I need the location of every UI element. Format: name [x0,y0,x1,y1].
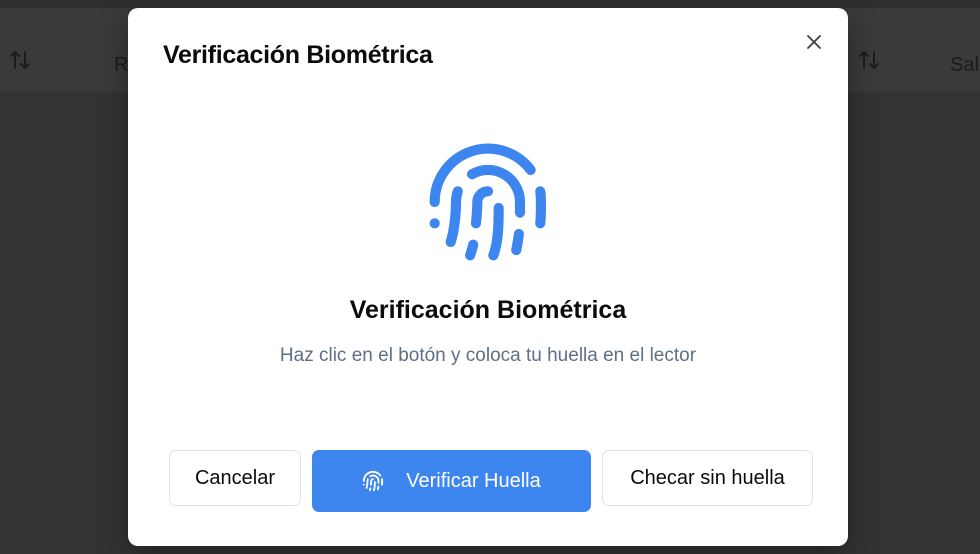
fingerprint-icon [363,470,384,492]
close-icon [807,35,821,49]
column-header-sal[interactable]: Sal [950,54,979,77]
verification-heading: Verificación Biométrica [349,296,627,324]
column-header-r[interactable]: R [114,54,128,77]
cancel-button[interactable]: Cancelar [169,450,301,506]
check-without-fingerprint-label: Checar sin huella [630,466,785,489]
fingerprint-icon [429,143,546,261]
sort-icon[interactable] [857,48,881,72]
sort-icon[interactable] [8,48,32,72]
check-without-fingerprint-button[interactable]: Checar sin huella [602,450,813,506]
biometric-modal: Verificación Biométrica Verificación Bio… [128,8,848,546]
verification-instructions: Haz clic en el botón y coloca tu huella … [279,345,697,366]
app-topbar [0,0,980,8]
verify-fingerprint-button[interactable]: Verificar Huella [312,450,591,512]
modal-title: Verificación Biométrica [163,41,433,69]
verify-button-label: Verificar Huella [406,469,541,492]
cancel-button-label: Cancelar [194,466,276,489]
close-button[interactable] [802,30,826,54]
